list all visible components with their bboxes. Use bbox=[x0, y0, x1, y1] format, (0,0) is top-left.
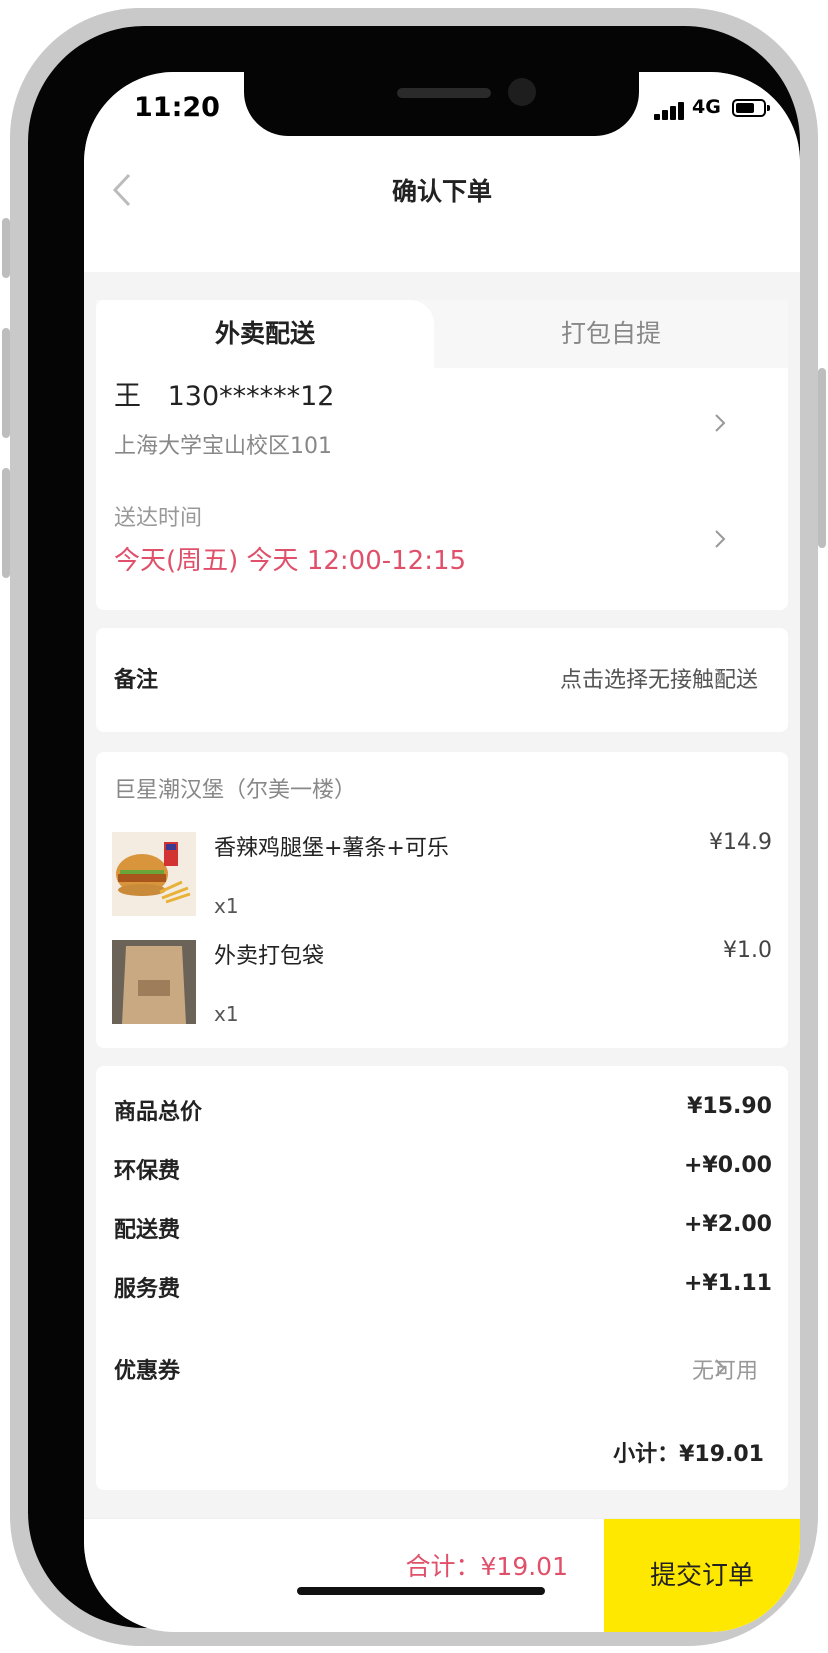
signal-icon bbox=[654, 100, 686, 120]
volume-up-button bbox=[2, 328, 10, 438]
screen: 11:20 4G 确认下单 外卖配送 打包自提 王 130******12 上海… bbox=[84, 72, 800, 1632]
delivery-time-chevron-icon[interactable] bbox=[714, 526, 726, 556]
network-type: 4G bbox=[692, 96, 721, 118]
page-title: 确认下单 bbox=[391, 177, 492, 206]
coupon-label: 优惠券 bbox=[114, 1359, 181, 1384]
recipient-line[interactable]: 王 130******12 bbox=[114, 374, 335, 413]
takeout-bag-thumbnail bbox=[112, 940, 196, 1024]
item-qty-combo: x1 bbox=[214, 894, 239, 918]
remark-value[interactable]: 点击选择无接触配送 bbox=[560, 662, 758, 694]
phone-bezel: 11:20 4G 确认下单 外卖配送 打包自提 王 130******12 上海… bbox=[28, 26, 800, 1632]
tab-pickup[interactable]: 打包自提 bbox=[434, 300, 788, 368]
tab-delivery[interactable]: 外卖配送 bbox=[96, 300, 434, 368]
fee-value-service: +¥1.11 bbox=[683, 1271, 772, 1296]
submit-order-button[interactable]: 提交订单 bbox=[604, 1519, 800, 1632]
home-indicator[interactable] bbox=[297, 1587, 545, 1595]
front-camera bbox=[508, 78, 536, 106]
recipient-phone: 130******12 bbox=[167, 381, 335, 412]
item-name-bag: 外卖打包袋 bbox=[214, 944, 325, 969]
item-name-combo: 香辣鸡腿堡+薯条+可乐 bbox=[214, 836, 449, 861]
subtotal: 小计：¥19.01 bbox=[613, 1442, 764, 1467]
recipient-name: 王 bbox=[114, 381, 141, 412]
store-name: 巨星潮汉堡（尔美一楼） bbox=[114, 778, 357, 803]
item-price-combo: ¥14.9 bbox=[709, 830, 772, 855]
remark-chevron-icon[interactable] bbox=[714, 664, 726, 694]
power-button bbox=[818, 368, 826, 548]
coupon-chevron-icon[interactable] bbox=[714, 1355, 726, 1385]
delivery-time-label: 送达时间 bbox=[114, 506, 203, 531]
nav-bar: 确认下单 bbox=[84, 152, 800, 272]
mute-switch bbox=[2, 218, 10, 278]
battery-icon bbox=[732, 99, 770, 117]
fee-value-goods: ¥15.90 bbox=[687, 1094, 772, 1119]
fee-label-service: 服务费 bbox=[114, 1277, 181, 1302]
notch bbox=[244, 72, 639, 136]
item-qty-bag: x1 bbox=[214, 1002, 239, 1026]
fee-label-delivery: 配送费 bbox=[114, 1218, 181, 1243]
speaker-grille bbox=[397, 88, 491, 98]
checkout-bar: 合计：¥19.01 提交订单 bbox=[84, 1518, 800, 1632]
volume-down-button bbox=[2, 468, 10, 578]
phone-frame: 11:20 4G 确认下单 外卖配送 打包自提 王 130******12 上海… bbox=[2, 8, 826, 1646]
fee-value-delivery: +¥2.00 bbox=[683, 1212, 772, 1237]
item-price-bag: ¥1.0 bbox=[723, 938, 772, 963]
order-total: 合计：¥19.01 bbox=[405, 1552, 568, 1581]
address-detail: 上海大学宝山校区101 bbox=[114, 434, 332, 459]
remark-label: 备注 bbox=[114, 668, 159, 693]
status-time: 11:20 bbox=[134, 92, 220, 123]
fee-value-eco: +¥0.00 bbox=[683, 1153, 772, 1178]
address-chevron-icon[interactable] bbox=[714, 410, 726, 440]
delivery-time-value[interactable]: 今天(周五) 今天 12:00-12:15 bbox=[114, 540, 466, 577]
burger-combo-thumbnail bbox=[112, 832, 196, 916]
fee-label-eco: 环保费 bbox=[114, 1159, 181, 1184]
fee-label-goods: 商品总价 bbox=[114, 1100, 203, 1125]
